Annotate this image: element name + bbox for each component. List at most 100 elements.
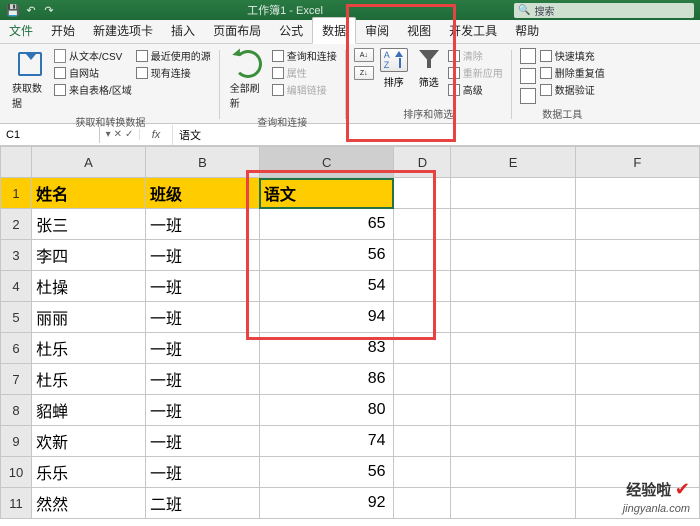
cell[interactable]: 貂蝉 [32,395,146,426]
cell[interactable] [451,178,575,209]
cell[interactable]: 杜操 [32,271,146,302]
cell[interactable]: 一班 [145,457,259,488]
cell[interactable]: 56 [259,457,394,488]
cell[interactable] [575,302,699,333]
fx-icon[interactable]: fx [140,129,172,141]
cell[interactable] [451,426,575,457]
advanced-button[interactable]: 高级 [448,82,503,97]
table-row[interactable]: 3李四一班56 [1,240,700,271]
redo-icon[interactable]: ↷ [42,3,56,17]
cell[interactable]: 杜乐 [32,333,146,364]
cell[interactable]: 李四 [32,240,146,271]
cell[interactable] [451,457,575,488]
cell[interactable] [394,426,451,457]
cell[interactable] [451,364,575,395]
cell[interactable] [451,209,575,240]
cell[interactable]: 一班 [145,426,259,457]
cell[interactable] [394,178,451,209]
col-header-F[interactable]: F [575,147,699,178]
cell[interactable]: 班级 [145,178,259,209]
cell[interactable] [575,457,699,488]
cell[interactable] [451,240,575,271]
cell[interactable]: 杜乐 [32,364,146,395]
row-header[interactable]: 10 [1,457,32,488]
formula-bar[interactable]: 语文 [172,125,700,145]
col-header-B[interactable]: B [145,147,259,178]
remove-dup-button[interactable]: 删除重复值 [540,65,605,80]
cell[interactable] [394,209,451,240]
save-icon[interactable]: 💾 [6,3,20,17]
cell[interactable] [451,302,575,333]
filter-button[interactable]: 筛选 [414,48,444,89]
undo-icon[interactable]: ↶ [24,3,38,17]
cell[interactable] [394,488,451,519]
cell[interactable]: 一班 [145,364,259,395]
cell[interactable]: 丽丽 [32,302,146,333]
sort-asc-button[interactable]: A↓ [354,48,374,62]
table-row[interactable]: 2张三一班65 [1,209,700,240]
col-header-D[interactable]: D [394,147,451,178]
consolidate-icon[interactable] [520,88,536,104]
flash-fill-icon2[interactable] [520,68,536,84]
get-data-button[interactable]: 获取数据 [10,48,50,112]
name-box-dropdown[interactable]: ▾✕✓ [100,129,140,140]
cell[interactable]: 语文 [259,178,394,209]
cell[interactable] [575,488,699,519]
existing-conn-button[interactable]: 现有连接 [136,65,211,80]
cell[interactable] [575,209,699,240]
cell[interactable]: 86 [259,364,394,395]
tab-insert[interactable]: 插入 [162,18,204,43]
clear-filter-button[interactable]: 清除 [448,48,503,63]
cell[interactable] [575,178,699,209]
cell[interactable] [575,364,699,395]
tab-page-layout[interactable]: 页面布局 [204,18,270,43]
tab-file[interactable]: 文件 [0,18,42,43]
cell[interactable]: 然然 [32,488,146,519]
cell[interactable] [394,364,451,395]
cell[interactable]: 83 [259,333,394,364]
row-header[interactable]: 5 [1,302,32,333]
cell[interactable]: 乐乐 [32,457,146,488]
cell[interactable] [575,271,699,302]
table-row[interactable]: 4杜操一班54 [1,271,700,302]
cell[interactable]: 94 [259,302,394,333]
col-header-C[interactable]: C [259,147,394,178]
cell[interactable]: 一班 [145,209,259,240]
recent-sources-button[interactable]: 最近使用的源 [136,48,211,63]
cell[interactable] [394,240,451,271]
from-table-button[interactable]: 来自表格/区域 [54,82,132,97]
row-header[interactable]: 4 [1,271,32,302]
row-header[interactable]: 9 [1,426,32,457]
cell[interactable] [575,395,699,426]
tab-developer[interactable]: 开发工具 [440,18,506,43]
row-header[interactable]: 11 [1,488,32,519]
cell[interactable] [451,271,575,302]
table-row[interactable]: 5丽丽一班94 [1,302,700,333]
text-to-columns-icon[interactable] [520,48,536,64]
refresh-all-button[interactable]: 全部刷新 [228,48,268,112]
reapply-button[interactable]: 重新应用 [448,65,503,80]
tab-review[interactable]: 审阅 [356,18,398,43]
queries-button[interactable]: 查询和连接 [272,48,337,63]
table-row[interactable]: 9欢新一班74 [1,426,700,457]
cell[interactable] [451,488,575,519]
cell[interactable]: 张三 [32,209,146,240]
cell[interactable]: 一班 [145,395,259,426]
cell[interactable]: 一班 [145,240,259,271]
col-header-E[interactable]: E [451,147,575,178]
cell[interactable]: 54 [259,271,394,302]
row-header[interactable]: 2 [1,209,32,240]
properties-button[interactable]: 属性 [272,65,337,80]
search-box[interactable]: 🔍 搜索 [514,3,694,18]
cell[interactable]: 二班 [145,488,259,519]
data-valid-button[interactable]: 数据验证 [540,82,605,97]
sort-desc-button[interactable]: Z↓ [354,66,374,80]
cell[interactable]: 一班 [145,333,259,364]
from-web-button[interactable]: 自网站 [54,65,132,80]
cell[interactable]: 74 [259,426,394,457]
tab-home[interactable]: 开始 [42,18,84,43]
row-header[interactable]: 6 [1,333,32,364]
tab-data[interactable]: 数据 [312,17,356,44]
tab-help[interactable]: 帮助 [506,18,548,43]
row-header[interactable]: 8 [1,395,32,426]
